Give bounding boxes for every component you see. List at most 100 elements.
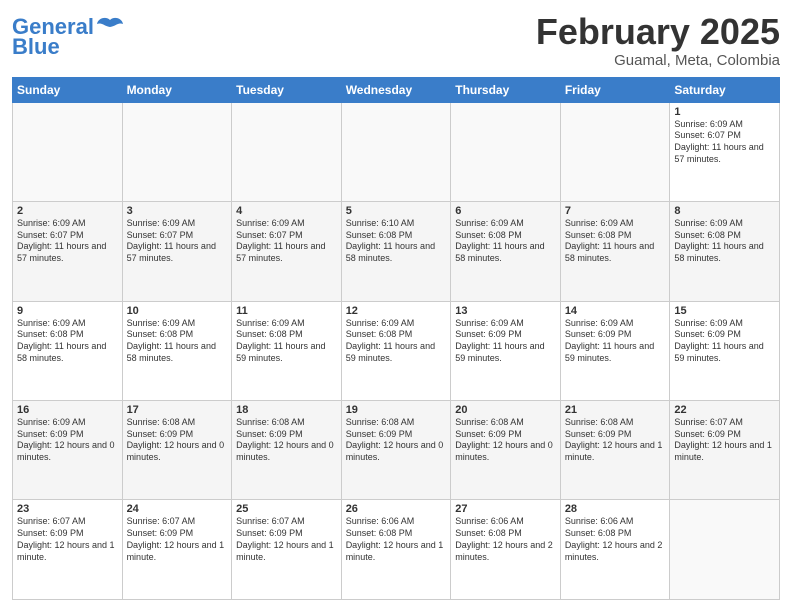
day-info: Daylight: 11 hours and 58 minutes. [565, 241, 666, 264]
day-info: Sunrise: 6:09 AM [236, 318, 337, 330]
day-header-friday: Friday [560, 77, 670, 102]
day-info: Sunrise: 6:09 AM [674, 318, 775, 330]
calendar-cell: 8Sunrise: 6:09 AMSunset: 6:08 PMDaylight… [670, 202, 780, 301]
day-info: Sunset: 6:09 PM [455, 429, 556, 441]
page: General Blue February 2025 Guamal, Meta,… [0, 0, 792, 612]
day-info: Sunset: 6:08 PM [565, 528, 666, 540]
day-info: Sunset: 6:09 PM [674, 429, 775, 441]
day-info: Sunset: 6:09 PM [17, 429, 118, 441]
calendar-cell: 4Sunrise: 6:09 AMSunset: 6:07 PMDaylight… [232, 202, 342, 301]
day-info: Daylight: 11 hours and 57 minutes. [236, 241, 337, 264]
logo: General Blue [12, 16, 124, 60]
day-info: Sunset: 6:08 PM [565, 230, 666, 242]
calendar-cell [13, 102, 123, 201]
calendar-cell: 16Sunrise: 6:09 AMSunset: 6:09 PMDayligh… [13, 401, 123, 500]
day-number: 3 [127, 205, 228, 217]
day-info: Daylight: 11 hours and 58 minutes. [127, 341, 228, 364]
day-info: Sunrise: 6:09 AM [127, 218, 228, 230]
day-info: Sunset: 6:08 PM [455, 230, 556, 242]
day-number: 17 [127, 404, 228, 416]
calendar-cell [122, 102, 232, 201]
day-info: Sunset: 6:07 PM [674, 130, 775, 142]
day-info: Sunrise: 6:06 AM [565, 516, 666, 528]
calendar-cell: 28Sunrise: 6:06 AMSunset: 6:08 PMDayligh… [560, 500, 670, 600]
day-number: 19 [346, 404, 447, 416]
day-info: Sunset: 6:08 PM [346, 528, 447, 540]
day-number: 26 [346, 503, 447, 515]
day-info: Daylight: 12 hours and 1 minute. [346, 540, 447, 563]
day-info: Sunrise: 6:09 AM [127, 318, 228, 330]
day-info: Daylight: 11 hours and 59 minutes. [565, 341, 666, 364]
day-info: Daylight: 12 hours and 0 minutes. [455, 440, 556, 463]
calendar-week-row: 9Sunrise: 6:09 AMSunset: 6:08 PMDaylight… [13, 301, 780, 400]
day-number: 2 [17, 205, 118, 217]
day-header-thursday: Thursday [451, 77, 561, 102]
day-header-tuesday: Tuesday [232, 77, 342, 102]
day-info: Sunrise: 6:08 AM [236, 417, 337, 429]
day-info: Daylight: 11 hours and 58 minutes. [674, 241, 775, 264]
day-info: Sunset: 6:08 PM [674, 230, 775, 242]
calendar-cell: 6Sunrise: 6:09 AMSunset: 6:08 PMDaylight… [451, 202, 561, 301]
day-number: 11 [236, 305, 337, 317]
day-info: Sunrise: 6:09 AM [455, 318, 556, 330]
calendar-cell: 27Sunrise: 6:06 AMSunset: 6:08 PMDayligh… [451, 500, 561, 600]
day-info: Daylight: 11 hours and 57 minutes. [674, 142, 775, 165]
day-info: Sunrise: 6:07 AM [127, 516, 228, 528]
day-number: 10 [127, 305, 228, 317]
day-info: Daylight: 11 hours and 57 minutes. [127, 241, 228, 264]
day-info: Sunrise: 6:08 AM [455, 417, 556, 429]
day-number: 14 [565, 305, 666, 317]
day-info: Sunrise: 6:09 AM [346, 318, 447, 330]
calendar-cell: 5Sunrise: 6:10 AMSunset: 6:08 PMDaylight… [341, 202, 451, 301]
calendar-cell: 19Sunrise: 6:08 AMSunset: 6:09 PMDayligh… [341, 401, 451, 500]
day-info: Daylight: 12 hours and 0 minutes. [236, 440, 337, 463]
header: General Blue February 2025 Guamal, Meta,… [12, 12, 780, 69]
calendar-cell: 7Sunrise: 6:09 AMSunset: 6:08 PMDaylight… [560, 202, 670, 301]
day-info: Daylight: 12 hours and 1 minute. [674, 440, 775, 463]
day-info: Sunset: 6:07 PM [127, 230, 228, 242]
calendar-table: SundayMondayTuesdayWednesdayThursdayFrid… [12, 77, 780, 600]
day-info: Sunset: 6:08 PM [127, 329, 228, 341]
day-number: 22 [674, 404, 775, 416]
calendar-cell: 1Sunrise: 6:09 AMSunset: 6:07 PMDaylight… [670, 102, 780, 201]
calendar-cell: 3Sunrise: 6:09 AMSunset: 6:07 PMDaylight… [122, 202, 232, 301]
day-info: Daylight: 11 hours and 59 minutes. [455, 341, 556, 364]
day-info: Sunrise: 6:09 AM [674, 119, 775, 131]
calendar-cell: 18Sunrise: 6:08 AMSunset: 6:09 PMDayligh… [232, 401, 342, 500]
day-info: Daylight: 11 hours and 58 minutes. [346, 241, 447, 264]
day-info: Sunrise: 6:07 AM [236, 516, 337, 528]
calendar-week-row: 2Sunrise: 6:09 AMSunset: 6:07 PMDaylight… [13, 202, 780, 301]
calendar-cell: 10Sunrise: 6:09 AMSunset: 6:08 PMDayligh… [122, 301, 232, 400]
day-info: Sunset: 6:08 PM [455, 528, 556, 540]
calendar-header-row: SundayMondayTuesdayWednesdayThursdayFrid… [13, 77, 780, 102]
day-info: Daylight: 11 hours and 57 minutes. [17, 241, 118, 264]
calendar-cell: 24Sunrise: 6:07 AMSunset: 6:09 PMDayligh… [122, 500, 232, 600]
calendar-week-row: 16Sunrise: 6:09 AMSunset: 6:09 PMDayligh… [13, 401, 780, 500]
calendar-cell: 2Sunrise: 6:09 AMSunset: 6:07 PMDaylight… [13, 202, 123, 301]
day-info: Daylight: 11 hours and 59 minutes. [236, 341, 337, 364]
day-number: 20 [455, 404, 556, 416]
calendar-cell: 21Sunrise: 6:08 AMSunset: 6:09 PMDayligh… [560, 401, 670, 500]
day-header-monday: Monday [122, 77, 232, 102]
calendar-week-row: 23Sunrise: 6:07 AMSunset: 6:09 PMDayligh… [13, 500, 780, 600]
calendar-cell: 23Sunrise: 6:07 AMSunset: 6:09 PMDayligh… [13, 500, 123, 600]
calendar-cell [451, 102, 561, 201]
day-info: Sunrise: 6:10 AM [346, 218, 447, 230]
calendar-cell: 17Sunrise: 6:08 AMSunset: 6:09 PMDayligh… [122, 401, 232, 500]
day-number: 27 [455, 503, 556, 515]
calendar-cell: 15Sunrise: 6:09 AMSunset: 6:09 PMDayligh… [670, 301, 780, 400]
day-info: Sunrise: 6:08 AM [346, 417, 447, 429]
day-info: Sunrise: 6:07 AM [17, 516, 118, 528]
day-header-wednesday: Wednesday [341, 77, 451, 102]
day-info: Daylight: 12 hours and 2 minutes. [565, 540, 666, 563]
day-number: 12 [346, 305, 447, 317]
day-info: Sunset: 6:09 PM [346, 429, 447, 441]
calendar-cell: 11Sunrise: 6:09 AMSunset: 6:08 PMDayligh… [232, 301, 342, 400]
day-info: Daylight: 12 hours and 1 minute. [127, 540, 228, 563]
calendar-cell: 12Sunrise: 6:09 AMSunset: 6:08 PMDayligh… [341, 301, 451, 400]
location: Guamal, Meta, Colombia [536, 52, 780, 69]
day-info: Daylight: 12 hours and 1 minute. [565, 440, 666, 463]
month-title: February 2025 [536, 12, 780, 52]
day-info: Sunset: 6:07 PM [236, 230, 337, 242]
calendar-cell [670, 500, 780, 600]
